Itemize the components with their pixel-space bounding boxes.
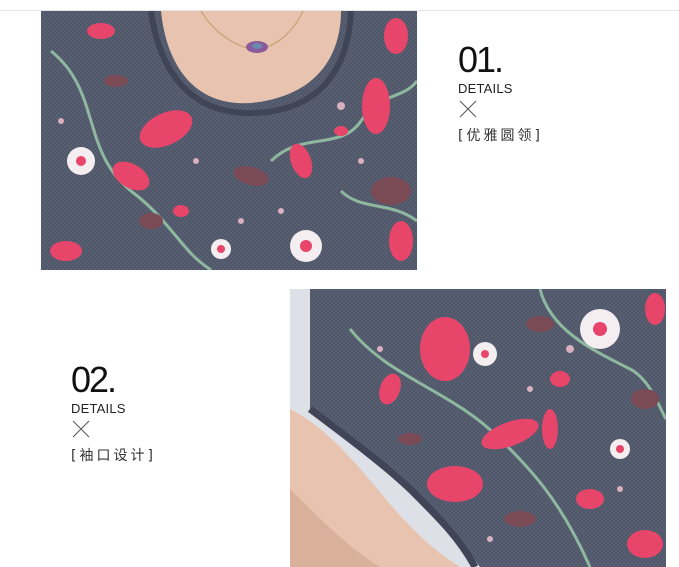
section-subtitle: [优雅圆领] (458, 128, 543, 144)
details-label: DETAILS (458, 81, 513, 96)
cross-icon (459, 100, 477, 118)
neckline-closeup-photo (41, 11, 417, 270)
sleeve-closeup-photo (290, 289, 666, 567)
details-label: DETAILS (71, 401, 126, 416)
detail-block-01: 01. DETAILS [优雅圆领] (458, 42, 543, 145)
section-number: 01. (458, 39, 504, 80)
cross-icon (72, 420, 90, 438)
section-subtitle: [袖口设计] (71, 448, 156, 464)
section-number: 02. (71, 359, 117, 400)
detail-block-02: 02. DETAILS [袖口设计] (71, 362, 156, 465)
